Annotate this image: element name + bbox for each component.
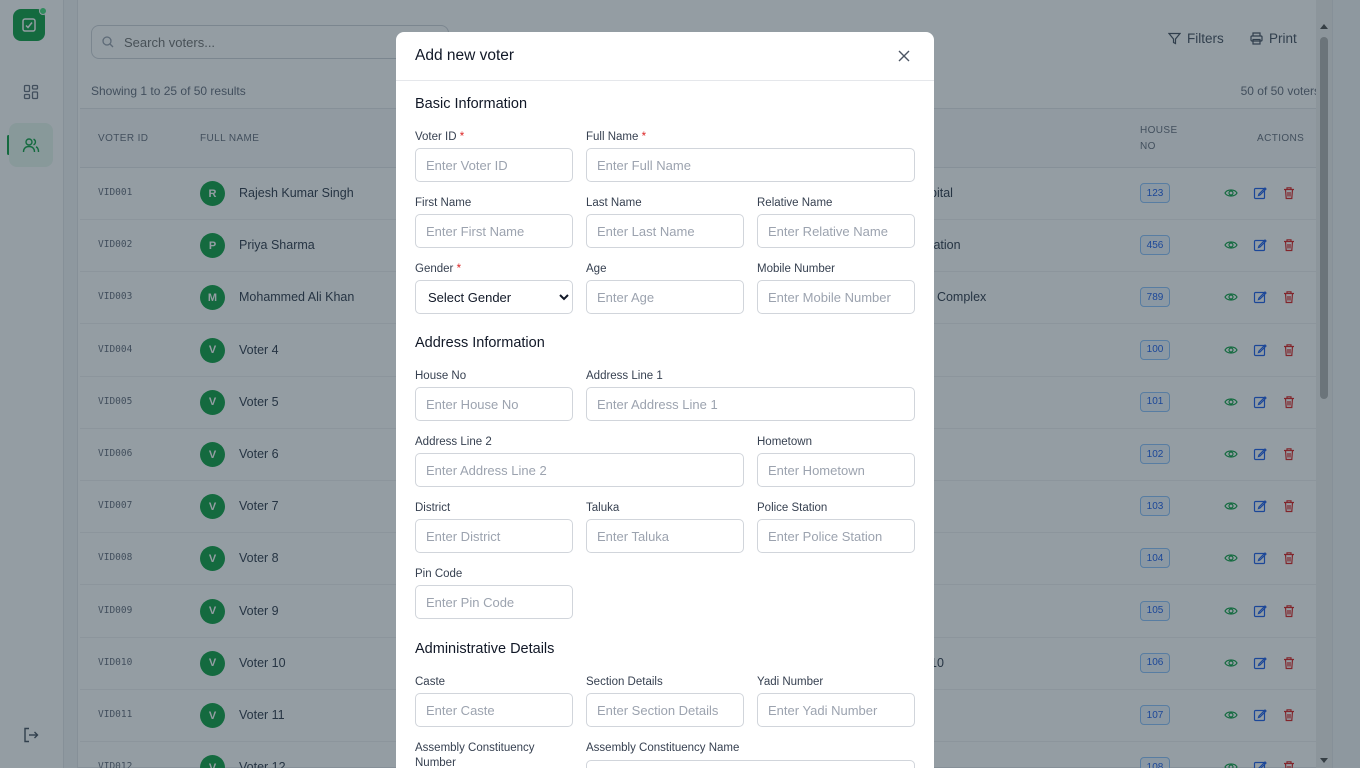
gender-label: Gender *: [415, 263, 462, 275]
hometown-field: Hometown: [757, 435, 915, 487]
dialog-header: Add new voter: [396, 32, 934, 81]
first-name-field: First Name: [415, 196, 573, 248]
address-line-1-input[interactable]: [586, 387, 915, 421]
house-no-label: House No: [415, 370, 467, 382]
voter-id-input[interactable]: [415, 148, 573, 182]
full-name-field: Full Name *: [586, 130, 915, 182]
house-no-field: House No: [415, 369, 573, 421]
house-no-input[interactable]: [415, 387, 573, 421]
police-station-input[interactable]: [757, 519, 915, 553]
mobile-number-field: Mobile Number: [757, 262, 915, 314]
full-name-input[interactable]: [586, 148, 915, 182]
voter-id-label: Voter ID *: [415, 131, 465, 143]
district-label: District: [415, 502, 451, 514]
yadi-number-input[interactable]: [757, 693, 915, 727]
relative-name-field: Relative Name: [757, 196, 915, 248]
assembly-constituency-name-label: Assembly Constituency Name: [586, 742, 740, 754]
section-details-field: Section Details: [586, 675, 744, 727]
police-station-field: Police Station: [757, 501, 915, 553]
pin-code-input[interactable]: [415, 585, 573, 619]
last-name-input[interactable]: [586, 214, 744, 248]
age-field: Age: [586, 262, 744, 314]
caste-input[interactable]: [415, 693, 573, 727]
address-line-2-field: Address Line 2: [415, 435, 744, 487]
first-name-input[interactable]: [415, 214, 573, 248]
taluka-field: Taluka: [586, 501, 744, 553]
caste-label: Caste: [415, 676, 446, 688]
taluka-input[interactable]: [586, 519, 744, 553]
section-details-label: Section Details: [586, 676, 663, 688]
taluka-label: Taluka: [586, 502, 620, 514]
address-line-2-label: Address Line 2: [415, 436, 492, 448]
address-line-1-label: Address Line 1: [586, 370, 663, 382]
caste-field: Caste: [415, 675, 573, 727]
voter-id-field: Voter ID *: [415, 130, 573, 182]
relative-name-input[interactable]: [757, 214, 915, 248]
last-name-label: Last Name: [586, 197, 642, 209]
yadi-number-field: Yadi Number: [757, 675, 915, 727]
assembly-constituency-name-input[interactable]: [586, 760, 915, 768]
gender-field: Gender * Select Gender: [415, 262, 573, 314]
address-line-1-field: Address Line 1: [586, 369, 915, 421]
assembly-constituency-number-field: Assembly Constituency Number: [415, 741, 573, 768]
pin-code-field: Pin Code: [415, 567, 573, 619]
add-voter-dialog: Add new voter Basic Information Voter ID…: [396, 32, 934, 768]
address-line-2-input[interactable]: [415, 453, 744, 487]
full-name-label: Full Name *: [586, 131, 647, 143]
first-name-label: First Name: [415, 197, 472, 209]
police-station-label: Police Station: [757, 502, 828, 514]
assembly-constituency-name-field: Assembly Constituency Name: [586, 741, 915, 768]
hometown-label: Hometown: [757, 436, 812, 448]
section-address-information: Address Information: [415, 335, 545, 351]
gender-select[interactable]: Select Gender: [415, 280, 573, 314]
last-name-field: Last Name: [586, 196, 744, 248]
hometown-input[interactable]: [757, 453, 915, 487]
relative-name-label: Relative Name: [757, 197, 833, 209]
section-administrative-details: Administrative Details: [415, 641, 555, 657]
yadi-number-label: Yadi Number: [757, 676, 824, 688]
section-basic-information: Basic Information: [415, 96, 528, 112]
age-label: Age: [586, 263, 607, 275]
assembly-constituency-number-label: Assembly Constituency Number: [415, 742, 535, 768]
close-icon[interactable]: [896, 48, 912, 64]
district-field: District: [415, 501, 573, 553]
mobile-number-input[interactable]: [757, 280, 915, 314]
mobile-number-label: Mobile Number: [757, 263, 835, 275]
pin-code-label: Pin Code: [415, 568, 463, 580]
dialog-title: Add new voter: [415, 47, 515, 64]
district-input[interactable]: [415, 519, 573, 553]
age-input[interactable]: [586, 280, 744, 314]
section-details-input[interactable]: [586, 693, 744, 727]
